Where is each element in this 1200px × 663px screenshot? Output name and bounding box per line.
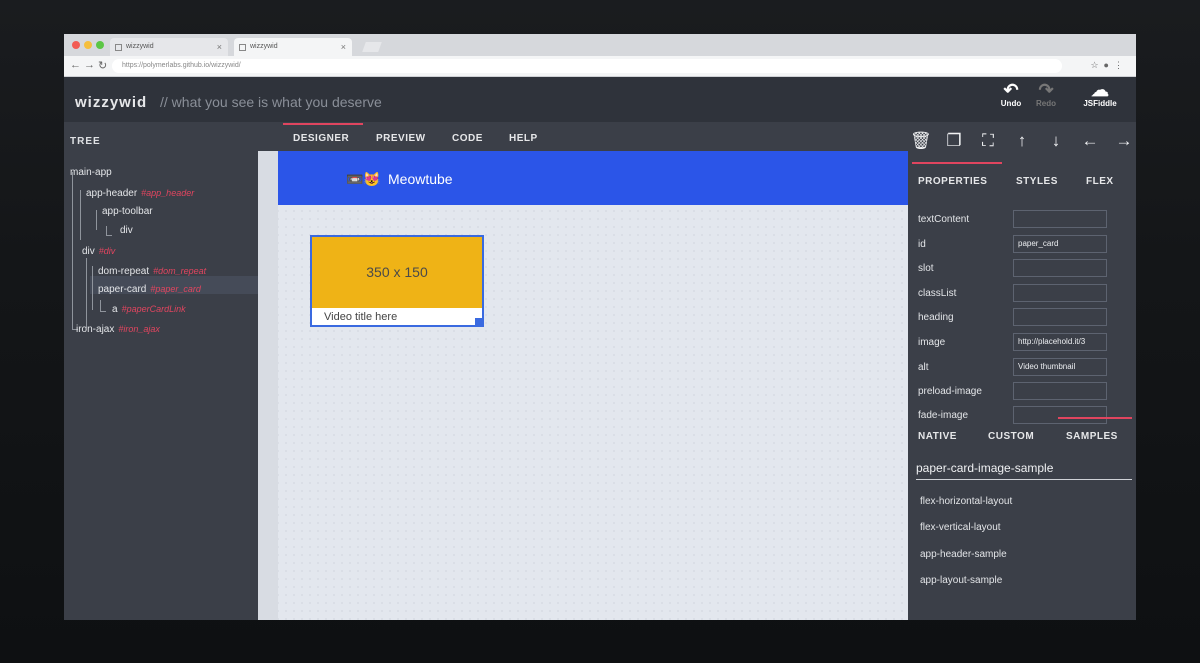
redo-button[interactable]: ↷ Redo: [1024, 81, 1068, 108]
page-icon: [115, 44, 122, 51]
properties-tab-indicator: [912, 162, 1002, 164]
close-tab-icon[interactable]: ×: [217, 38, 222, 56]
tab-flex[interactable]: FLEX: [1086, 176, 1114, 187]
card-title: Video title here: [324, 311, 398, 323]
extension-icons[interactable]: ☆●⋮: [1090, 60, 1128, 71]
close-tab-icon[interactable]: ×: [341, 38, 346, 56]
tree-node-main-app[interactable]: main-app: [70, 164, 112, 182]
tree-node-a[interactable]: a #paperCardLink: [112, 300, 186, 318]
tab-code[interactable]: CODE: [452, 133, 483, 144]
fullscreen-icon[interactable]: ⛶: [978, 131, 998, 151]
app-title: wizzywid: [75, 94, 148, 111]
tree-node-iron-ajax[interactable]: iron-ajax #iron_ajax: [76, 320, 160, 338]
inspector-panel: 🗑 ❐ ⛶ ↑ ↓ ← → PROPERTIES STYLES FLEX tex…: [908, 122, 1136, 620]
tree-panel: TREE main-app app-header #app_header app-…: [64, 122, 272, 620]
tab-designer[interactable]: DESIGNER: [293, 133, 349, 144]
copy-icon[interactable]: ❐: [944, 131, 964, 151]
prop-input-textcontent[interactable]: [1013, 210, 1107, 228]
cloud-upload-icon: ☁: [1091, 80, 1109, 100]
prop-label-heading: heading: [918, 312, 954, 323]
tree-node-dom-repeat[interactable]: dom-repeat #dom_repeat: [98, 262, 206, 280]
resize-handle[interactable]: [475, 318, 483, 326]
sample-item[interactable]: flex-horizontal-layout: [920, 496, 1012, 507]
tab-styles[interactable]: STYLES: [1016, 176, 1058, 187]
design-canvas[interactable]: 📼😻 Meowtube 350 x 150 Video title here: [258, 151, 908, 620]
tab-native[interactable]: NATIVE: [918, 431, 957, 442]
delete-icon[interactable]: 🗑: [910, 131, 932, 151]
tree-node-div-container[interactable]: div #div: [82, 242, 115, 260]
tree-node-app-toolbar[interactable]: app-toolbar: [102, 203, 153, 221]
sample-item[interactable]: app-header-sample: [920, 549, 1007, 560]
paper-card-preview[interactable]: 350 x 150 Video title here: [310, 235, 484, 327]
browser-tab-label: wizzywid: [126, 43, 154, 50]
prop-input-heading[interactable]: [1013, 308, 1107, 326]
app-name: Meowtube: [388, 171, 453, 187]
forward-icon[interactable]: →: [84, 59, 95, 71]
new-tab-button[interactable]: [362, 42, 382, 52]
arrow-left-icon[interactable]: ←: [1080, 131, 1100, 151]
arrow-down-icon[interactable]: ↓: [1046, 131, 1066, 151]
arrow-up-icon[interactable]: ↑: [1012, 131, 1032, 151]
app-header: wizzywid // what you see is what you des…: [64, 77, 1136, 122]
browser-tab-strip: wizzywid × wizzywid ×: [64, 34, 1136, 56]
app-tagline: // what you see is what you deserve: [160, 94, 382, 110]
back-icon[interactable]: ←: [70, 59, 81, 71]
prop-label-classlist: classList: [918, 288, 957, 299]
designer-tab-bar: DESIGNER PREVIEW CODE HELP: [280, 122, 910, 152]
prop-input-id[interactable]: paper_card: [1013, 235, 1107, 253]
samples-tab-indicator: [1058, 417, 1132, 419]
browser-tab-label: wizzywid: [250, 43, 278, 50]
maximize-window-button[interactable]: [96, 41, 104, 49]
prop-label-preload-image: preload-image: [918, 386, 982, 397]
prop-input-alt[interactable]: Video thumbnail: [1013, 358, 1107, 376]
arrow-right-icon[interactable]: →: [1114, 131, 1134, 151]
app-toolbar-preview[interactable]: 📼😻 Meowtube: [278, 151, 908, 205]
prop-label-textcontent: textContent: [918, 214, 970, 225]
prop-input-image[interactable]: http://placehold.it/3: [1013, 333, 1107, 351]
prop-label-fade-image: fade-image: [918, 410, 969, 421]
browser-tab[interactable]: wizzywid ×: [110, 38, 228, 56]
tab-help[interactable]: HELP: [509, 133, 538, 144]
tab-custom[interactable]: CUSTOM: [988, 431, 1034, 442]
designer-tab-indicator: [283, 123, 363, 125]
sample-search-input[interactable]: paper-card-image-sample: [916, 461, 1132, 480]
page-icon: [239, 44, 246, 51]
app-emoji: 📼😻: [346, 171, 381, 187]
tree-node-div[interactable]: div: [120, 222, 133, 240]
tree-node-app-header[interactable]: app-header #app_header: [86, 184, 194, 202]
prop-label-alt: alt: [918, 362, 929, 373]
prop-label-slot: slot: [918, 263, 934, 274]
prop-input-fade-image[interactable]: [1013, 406, 1107, 424]
sample-item[interactable]: app-layout-sample: [920, 575, 1002, 586]
tab-properties[interactable]: PROPERTIES: [918, 176, 987, 187]
screen: wizzywid × wizzywid × ← → ↻ https://poly…: [64, 34, 1136, 620]
tab-samples[interactable]: SAMPLES: [1066, 431, 1118, 442]
tree-heading: TREE: [70, 136, 101, 147]
minimize-window-button[interactable]: [84, 41, 92, 49]
jsfiddle-button[interactable]: ☁ JSFiddle: [1078, 81, 1122, 108]
tab-preview[interactable]: PREVIEW: [376, 133, 426, 144]
prop-input-slot[interactable]: [1013, 259, 1107, 277]
reload-icon[interactable]: ↻: [98, 59, 107, 72]
prop-input-preload-image[interactable]: [1013, 382, 1107, 400]
prop-label-id: id: [918, 239, 926, 250]
address-bar[interactable]: https://polymerlabs.github.io/wizzywid/: [112, 59, 1062, 73]
redo-icon: ↷: [1038, 80, 1054, 100]
canvas-gutter: [258, 151, 278, 620]
browser-tab-active[interactable]: wizzywid ×: [234, 38, 352, 56]
tree-node-paper-card[interactable]: paper-card #paper_card: [98, 280, 201, 298]
card-image-placeholder: 350 x 150: [312, 237, 482, 308]
sample-item[interactable]: flex-vertical-layout: [920, 522, 1001, 533]
browser-toolbar: ← → ↻ https://polymerlabs.github.io/wizz…: [64, 56, 1136, 77]
prop-input-classlist[interactable]: [1013, 284, 1107, 302]
close-window-button[interactable]: [72, 41, 80, 49]
prop-label-image: image: [918, 337, 946, 348]
